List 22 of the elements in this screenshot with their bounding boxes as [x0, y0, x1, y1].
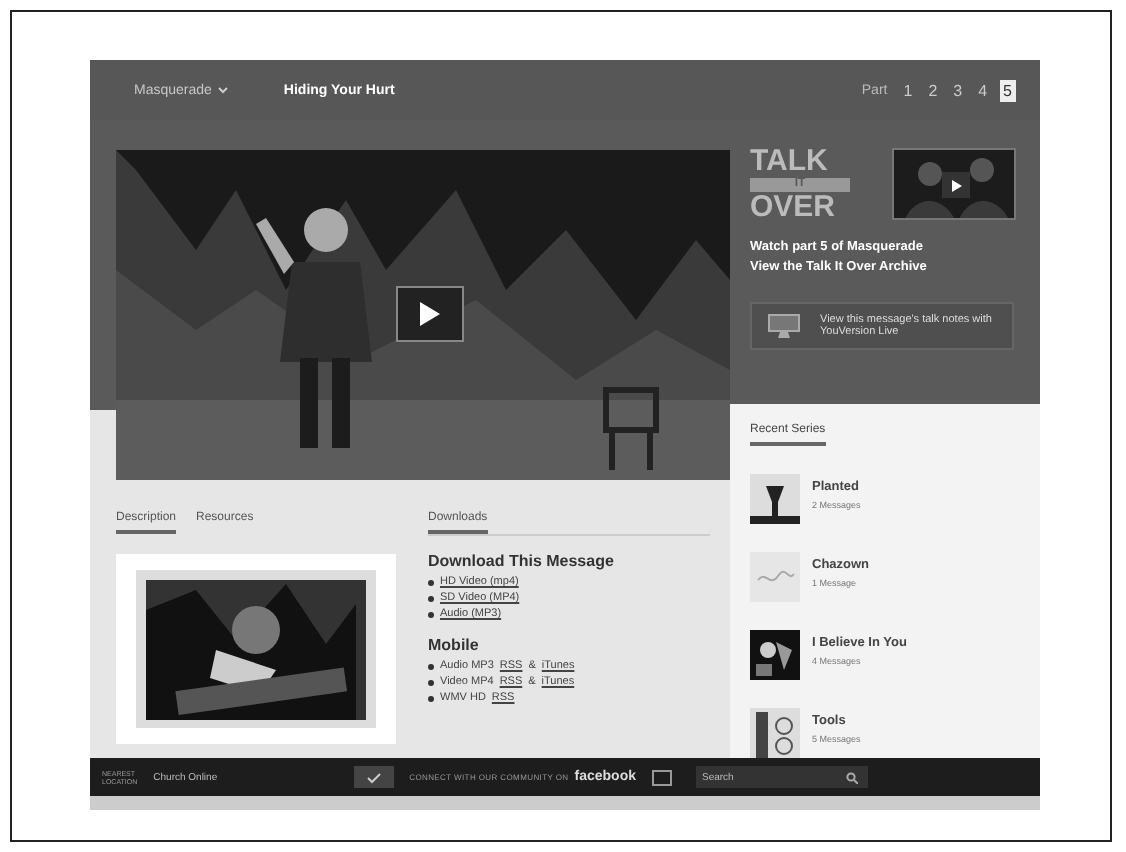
mobile-title: Mobile	[428, 636, 481, 654]
part-button[interactable]: 1	[899, 79, 917, 101]
part-button[interactable]: 5	[999, 79, 1016, 101]
part-button[interactable]: 3	[949, 79, 967, 101]
bullet-icon	[428, 579, 434, 585]
bullet-icon	[428, 679, 434, 685]
download-title: Download This Message	[428, 552, 616, 570]
monitor-icon	[768, 314, 800, 338]
search-icon	[846, 771, 858, 783]
bullet-icon	[428, 611, 434, 617]
play-button[interactable]	[396, 286, 464, 342]
location-dropdown[interactable]	[353, 766, 394, 788]
bullet-icon	[428, 695, 434, 701]
play-button[interactable]	[942, 172, 970, 198]
play-icon	[420, 302, 440, 326]
part-button[interactable]: 2	[924, 79, 942, 101]
bullet-icon	[428, 663, 434, 669]
play-icon	[951, 179, 961, 191]
part-button[interactable]: 4	[974, 79, 992, 101]
chevron-icon	[217, 86, 228, 94]
check-icon	[365, 771, 382, 783]
bullet-icon	[428, 595, 434, 601]
